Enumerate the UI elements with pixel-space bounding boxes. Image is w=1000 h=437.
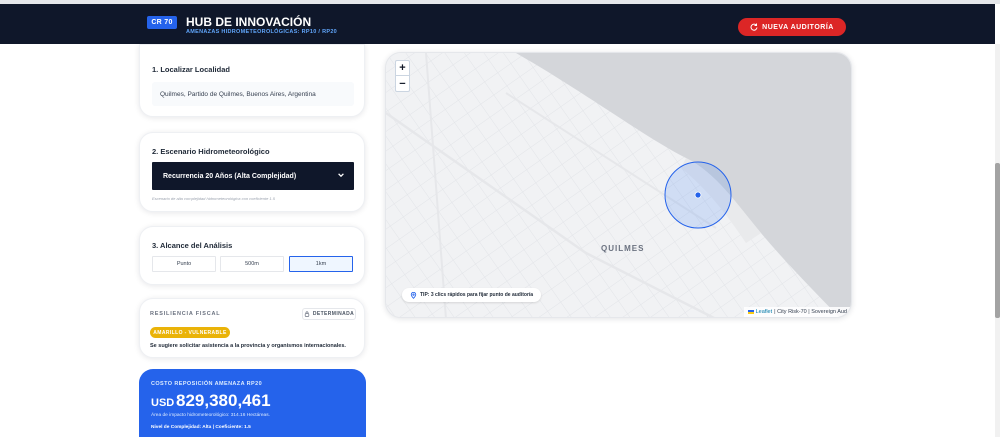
zoom-control: + − <box>395 60 410 92</box>
range-option-punto[interactable]: Punto <box>152 256 216 272</box>
range-card: 3. Alcance del Análisis Punto 500m 1km <box>139 226 365 285</box>
range-title: 3. Alcance del Análisis <box>152 241 233 250</box>
cost-currency: USD <box>151 397 175 409</box>
fiscal-card: RESILIENCIA FISCAL DETERMINADA AMARILLO … <box>139 298 365 358</box>
attribution-text: | City Risk-70 | Sovereign Aud <box>774 309 847 315</box>
zoom-out-button[interactable]: − <box>396 76 409 91</box>
scenario-selected-value: Recurrencia 20 Años (Alta Complejidad) <box>163 172 297 180</box>
new-audit-button[interactable]: NUEVA AUDITORÍA <box>738 18 846 36</box>
locate-card: 1. Localizar Localidad Quilmes, Partido … <box>139 44 365 117</box>
ukraine-flag-icon <box>747 310 754 314</box>
app-header: CR 70 HUB DE INNOVACIÓN AMENAZAS HIDROME… <box>0 4 995 44</box>
scenario-select[interactable]: Recurrencia 20 Años (Alta Complejidad) <box>152 162 354 190</box>
cost-area: Área de impacto hidrometeorológico: 314.… <box>151 413 270 418</box>
map-panel[interactable]: QUILMES + − TIP: 3 clics rápidos para fi… <box>385 52 852 318</box>
fiscal-label: RESILIENCIA FISCAL <box>150 311 221 317</box>
map-attribution: Leaflet | City Risk-70 | Sovereign Aud <box>743 307 851 317</box>
lock-icon <box>304 311 309 317</box>
scenario-hint: Escenario de alta complejidad hidrometeo… <box>152 196 275 201</box>
map-tip-text: TIP: 3 clics rápidos para fijar punto de… <box>420 292 534 298</box>
determined-label: DETERMINADA <box>312 311 355 317</box>
fiscal-status-badge: AMARILLO - VULNERABLE <box>150 327 230 338</box>
scrollbar-thumb[interactable] <box>995 163 1000 318</box>
app-title: HUB DE INNOVACIÓN <box>186 15 312 29</box>
location-input[interactable]: Quilmes, Partido de Quilmes, Buenos Aire… <box>152 82 354 106</box>
cost-value: 829,380,461 <box>176 391 271 410</box>
zoom-in-button[interactable]: + <box>396 61 409 76</box>
locate-title: 1. Localizar Localidad <box>152 65 230 74</box>
app-badge: CR 70 <box>147 16 177 29</box>
app-subtitle: AMENAZAS HIDROMETEOROLÓGICAS: RP10 / RP2… <box>186 29 338 35</box>
cost-level: Nivel de Complejidad: Alta | Coeficiente… <box>151 425 251 430</box>
cost-label: COSTO REPOSICIÓN AMENAZA RP20 <box>151 381 263 387</box>
scenario-card: 2. Escenario Hidrometeorológico Recurren… <box>139 132 365 212</box>
chevron-down-icon <box>338 173 344 178</box>
range-option-1km[interactable]: 1km <box>289 256 353 272</box>
leaflet-link[interactable]: Leaflet <box>756 309 773 315</box>
refresh-icon <box>750 23 758 31</box>
map-canvas[interactable] <box>386 53 852 318</box>
new-audit-label: NUEVA AUDITORÍA <box>762 23 834 31</box>
fiscal-note: Se sugiere solicitar asistencia a la pro… <box>150 343 346 349</box>
map-pin-icon <box>410 291 417 299</box>
city-label: QUILMES <box>601 244 645 253</box>
audit-point-marker[interactable] <box>694 191 702 199</box>
cost-card: COSTO REPOSICIÓN AMENAZA RP20 USD 829,38… <box>139 369 366 437</box>
range-option-500m[interactable]: 500m <box>220 256 284 272</box>
map-tip: TIP: 3 clics rápidos para fijar punto de… <box>402 288 542 302</box>
determined-button[interactable]: DETERMINADA <box>302 308 356 320</box>
scenario-title: 2. Escenario Hidrometeorológico <box>152 147 270 156</box>
